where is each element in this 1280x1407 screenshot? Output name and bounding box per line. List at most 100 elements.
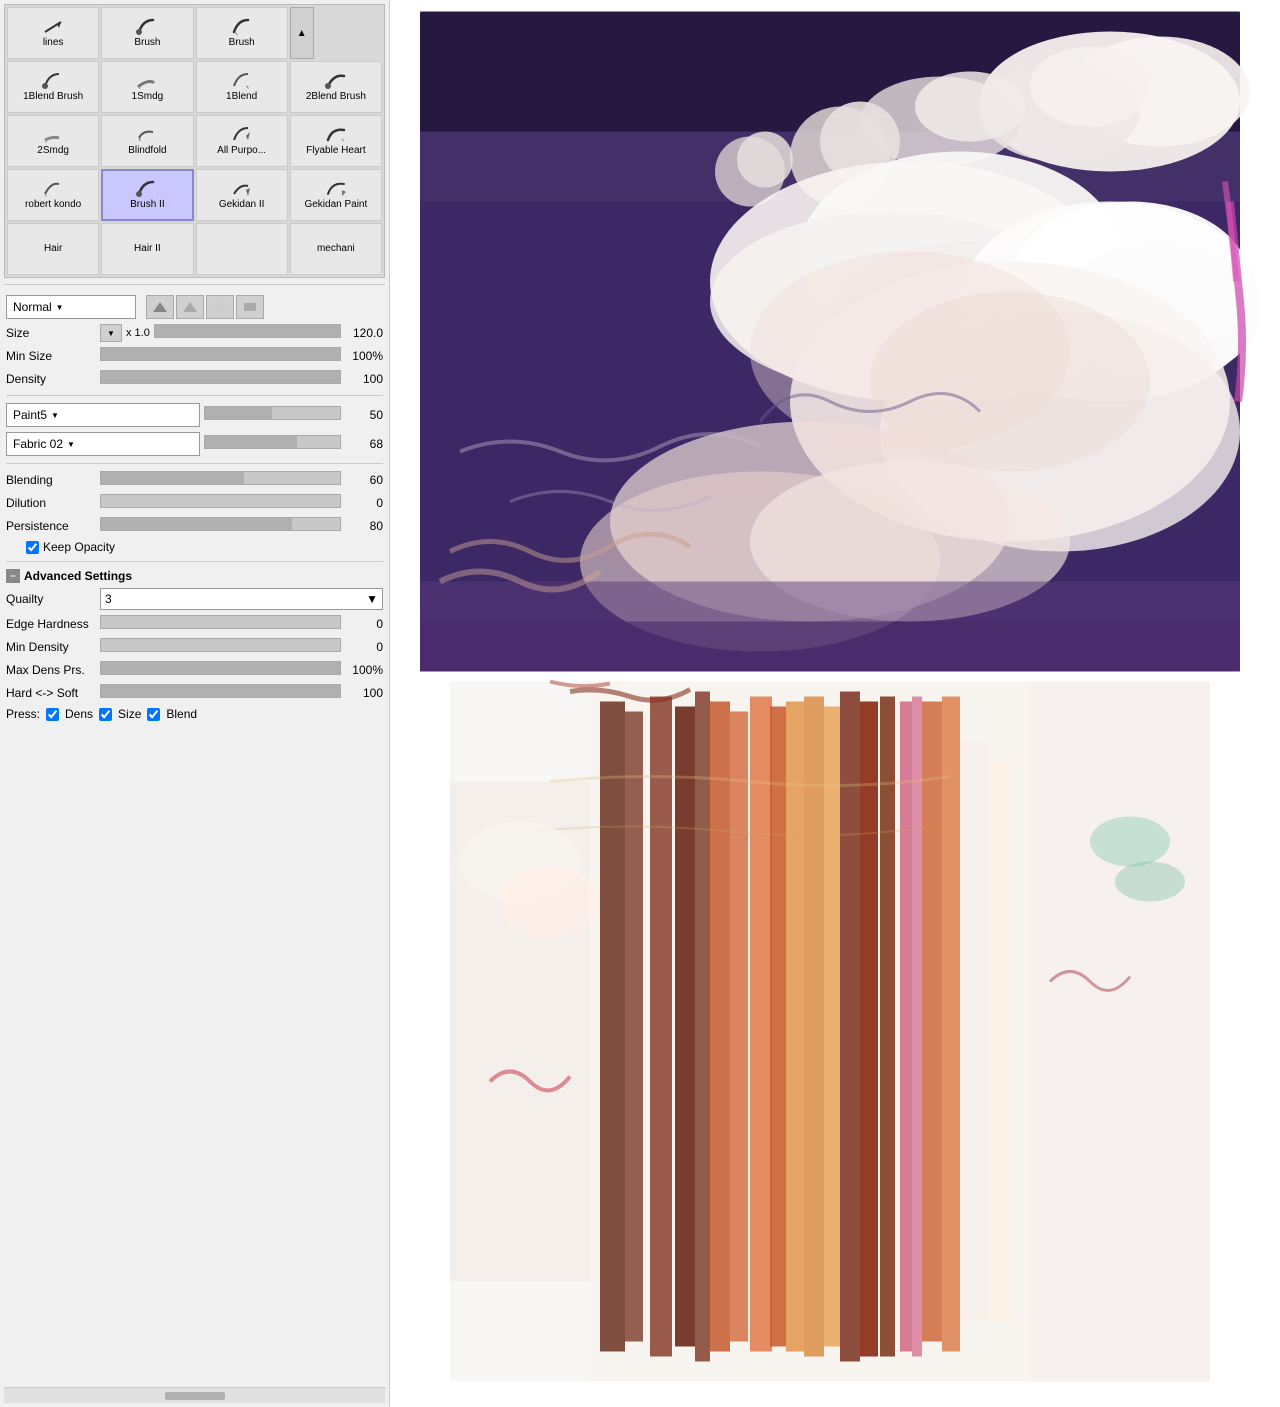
persistence-slider-container: 80 xyxy=(100,517,383,535)
press-blend-checkbox[interactable] xyxy=(147,708,160,721)
scroll-thumb xyxy=(165,1392,225,1400)
dilution-track[interactable] xyxy=(100,494,341,508)
texture2-dropdown[interactable]: Fabric 02 ▼ xyxy=(6,432,200,456)
hard-soft-track[interactable] xyxy=(100,684,341,698)
edge-hardness-track[interactable] xyxy=(100,615,341,629)
brush-drop-icon xyxy=(228,17,256,37)
hard-soft-value: 100 xyxy=(345,686,383,700)
texture2-value: 68 xyxy=(345,437,383,451)
brush-cell-1blend2[interactable]: 1Blend xyxy=(196,61,288,113)
max-dens-prs-track[interactable] xyxy=(100,661,341,675)
edge-hardness-row: Edge Hardness 0 xyxy=(6,615,383,633)
brush-cell-flyable[interactable]: Flyable Heart xyxy=(290,115,382,167)
keep-opacity-checkbox[interactable] xyxy=(26,541,39,554)
blending-track[interactable] xyxy=(100,471,341,485)
max-dens-prs-slider-container: 100% xyxy=(100,661,383,679)
shape-btn-2[interactable] xyxy=(176,295,204,319)
brush-cell-lines[interactable]: lines xyxy=(7,7,99,59)
brush-cell-blindfold[interactable]: Blindfold xyxy=(101,115,193,167)
keep-opacity-label: Keep Opacity xyxy=(43,540,115,554)
blending-slider-wrapper[interactable] xyxy=(100,471,341,489)
max-dens-prs-value: 100% xyxy=(345,663,383,677)
max-dens-prs-slider-wrapper[interactable] xyxy=(100,661,341,679)
press-label: Press: xyxy=(6,707,40,721)
blend-mode-dropdown[interactable]: Normal ▼ xyxy=(6,295,136,319)
brush-cell-hair[interactable]: Hair xyxy=(7,223,99,275)
min-size-track[interactable] xyxy=(100,347,341,361)
texture1-track[interactable] xyxy=(204,406,342,420)
size-slider-wrapper[interactable] xyxy=(154,324,341,342)
texture1-value: 50 xyxy=(345,408,383,422)
min-size-fill xyxy=(101,348,340,360)
texture1-dropdown[interactable]: Paint5 ▼ xyxy=(6,403,200,427)
hard-soft-slider-wrapper[interactable] xyxy=(100,684,341,702)
shape-btn-1[interactable] xyxy=(146,295,174,319)
blending-label: Blending xyxy=(6,473,96,487)
min-density-label: Min Density xyxy=(6,640,96,654)
blending-row: Blending 60 xyxy=(6,471,383,489)
scroll-up-button[interactable]: ▲ xyxy=(290,7,314,59)
persistence-value: 80 xyxy=(345,519,383,533)
persistence-slider-wrapper[interactable] xyxy=(100,517,341,535)
advanced-toggle-icon[interactable]: − xyxy=(6,569,20,583)
brush-cell-brush-drop[interactable]: Brush xyxy=(196,7,288,59)
brush-cell-brush1[interactable]: Brush xyxy=(101,7,193,59)
quality-value: 3 xyxy=(105,592,112,606)
brush-cell-1blend[interactable]: 1Blend Brush xyxy=(7,61,99,113)
dilution-slider-wrapper[interactable] xyxy=(100,494,341,512)
density-value: 100 xyxy=(345,372,383,386)
texture2-track[interactable] xyxy=(204,435,342,449)
brush-name-mechani: mechani xyxy=(317,243,355,255)
persistence-track[interactable] xyxy=(100,517,341,531)
dilution-slider-container: 0 xyxy=(100,494,383,512)
brush-cell-brushii[interactable]: Brush II xyxy=(101,169,193,221)
press-size-checkbox[interactable] xyxy=(99,708,112,721)
texture2-row: Fabric 02 ▼ 68 xyxy=(6,432,383,456)
density-slider-wrapper[interactable] xyxy=(100,370,341,388)
brush-cell-allpurpose[interactable]: All Purpo... xyxy=(196,115,288,167)
blindfold-icon xyxy=(133,125,161,145)
texture2-slider-wrapper[interactable] xyxy=(204,435,342,453)
brush-cell-2blend[interactable]: 2Blend Brush xyxy=(290,61,382,113)
brush-cell-gekidanpaint[interactable]: Gekidan Paint xyxy=(290,169,382,221)
brush-name-lines: lines xyxy=(43,37,64,49)
brush-cell-gekidan2[interactable]: Gekidan II xyxy=(196,169,288,221)
brush-controls: Normal ▼ Size ▼ xyxy=(4,291,385,725)
edge-hardness-label: Edge Hardness xyxy=(6,617,96,631)
brush-cell-2smdg[interactable]: 2Smdg xyxy=(7,115,99,167)
press-dens-checkbox[interactable] xyxy=(46,708,59,721)
texture1-slider-wrapper[interactable] xyxy=(204,406,342,424)
brush-name-hair: Hair xyxy=(44,243,62,255)
brush-cell-hairii[interactable]: Hair II xyxy=(101,223,193,275)
persistence-label: Persistence xyxy=(6,519,96,533)
size-slider-track[interactable] xyxy=(154,324,341,338)
size-dropdown-btn[interactable]: ▼ xyxy=(100,324,122,342)
brush-name-gekidan2: Gekidan II xyxy=(219,199,265,211)
brush-name-blindfold: Blindfold xyxy=(128,145,166,157)
press-size-label: Size xyxy=(118,707,141,721)
quality-arrow: ▼ xyxy=(366,592,378,606)
brush-cell-mechani[interactable]: mechani xyxy=(290,223,382,275)
min-size-slider-wrapper[interactable] xyxy=(100,347,341,365)
edge-hardness-value: 0 xyxy=(345,617,383,631)
brush-name-flyable: Flyable Heart xyxy=(306,145,365,157)
brush-cell-1smdg[interactable]: 1Smdg xyxy=(101,61,193,113)
bottom-scrollbar[interactable] xyxy=(4,1387,385,1403)
flyable-icon xyxy=(322,125,350,145)
brush-cell-robertkondo[interactable]: robert kondo xyxy=(7,169,99,221)
density-track[interactable] xyxy=(100,370,341,384)
brush-name-1blend: 1Blend Brush xyxy=(23,91,83,103)
advanced-settings-header[interactable]: − Advanced Settings xyxy=(6,569,383,583)
size-slider-fill xyxy=(155,325,340,337)
edge-hardness-slider-wrapper[interactable] xyxy=(100,615,341,633)
shape-btn-4[interactable] xyxy=(236,295,264,319)
size-row: Size ▼ x 1.0 120.0 xyxy=(6,324,383,342)
min-density-slider-wrapper[interactable] xyxy=(100,638,341,656)
min-density-track[interactable] xyxy=(100,638,341,652)
canvas-artwork xyxy=(390,0,1280,1407)
canvas-area[interactable] xyxy=(390,0,1280,1407)
shape-btn-3[interactable] xyxy=(206,295,234,319)
texture1-slider-container: 50 xyxy=(204,406,384,424)
quality-dropdown[interactable]: 3 ▼ xyxy=(100,588,383,610)
persistence-row: Persistence 80 xyxy=(6,517,383,535)
